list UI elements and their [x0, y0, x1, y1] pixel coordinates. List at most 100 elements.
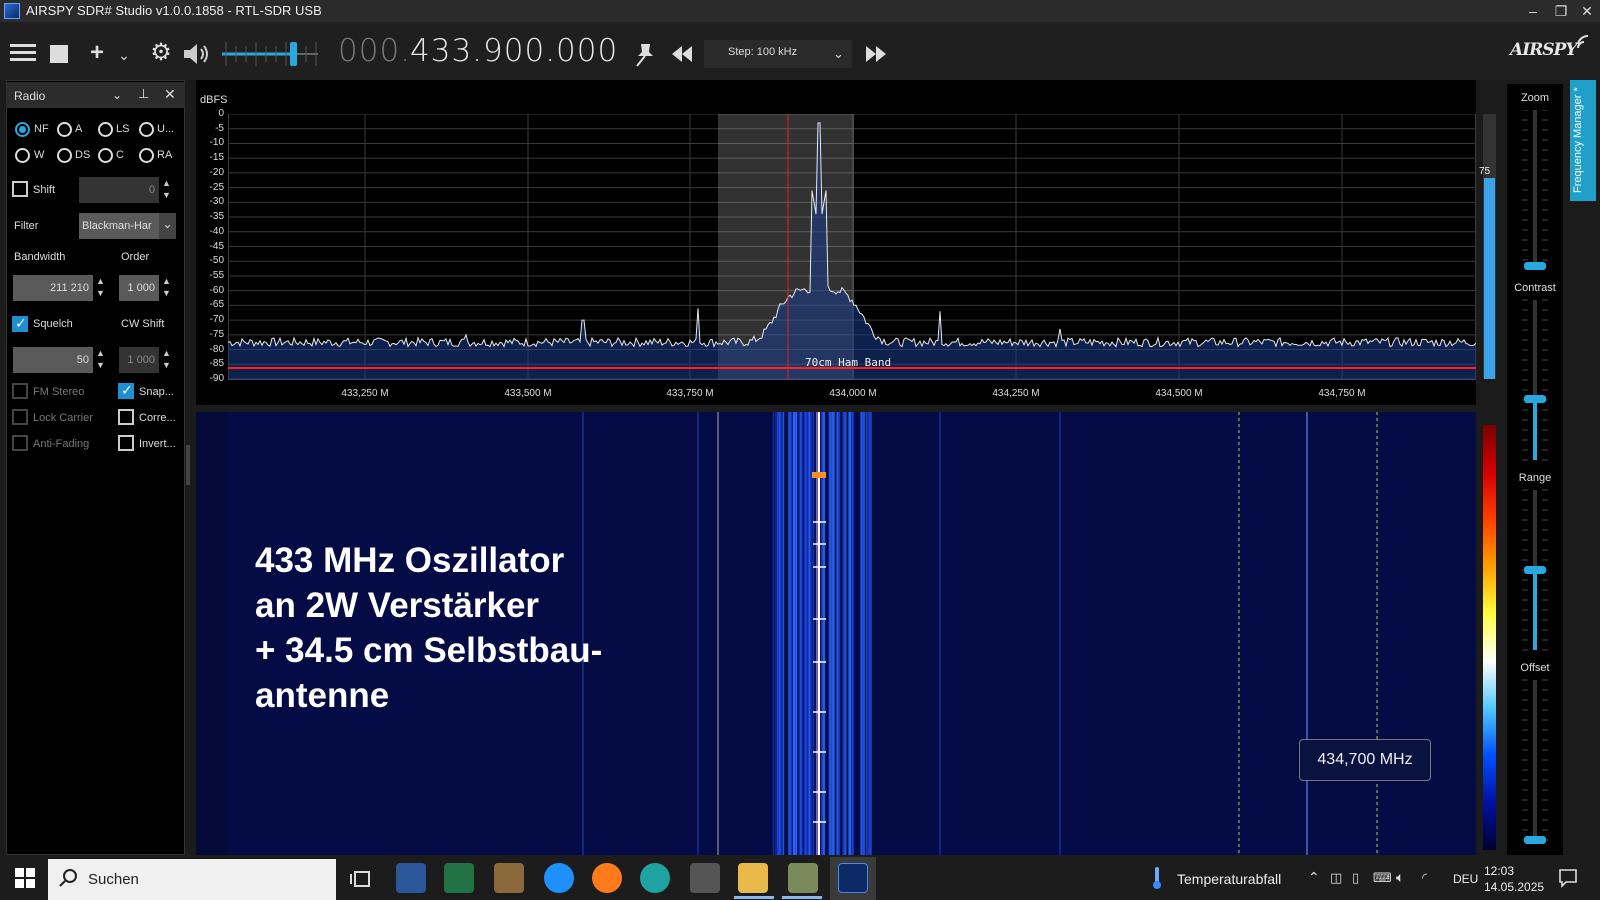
- offset-slider-track[interactable]: [1533, 680, 1537, 840]
- squelch-spinner-icon[interactable]: ▲ ▼: [95, 347, 106, 373]
- snap-label: Snap...: [139, 386, 174, 398]
- add-icon[interactable]: +: [84, 40, 110, 66]
- meet-icon[interactable]: ◫: [1330, 870, 1342, 886]
- range-slider-thumb[interactable]: [1524, 566, 1546, 574]
- volume-slider[interactable]: [222, 36, 322, 72]
- task-view-icon[interactable]: [350, 869, 372, 889]
- y-tick-label: -75: [209, 328, 224, 340]
- minimize-button[interactable]: –: [1520, 0, 1546, 22]
- x-tick-label: 433,750 M: [666, 388, 714, 399]
- mode-radio-wfm[interactable]: [15, 148, 30, 163]
- airspy-logo: AIRSPY: [1510, 40, 1577, 60]
- active-indicator: [782, 896, 822, 899]
- filter-chevron-icon[interactable]: ⌄: [159, 213, 176, 239]
- zoom-slider-track[interactable]: [1533, 110, 1537, 265]
- chevron-down-icon[interactable]: ⌄: [116, 42, 132, 68]
- fast-forward-icon[interactable]: [864, 44, 888, 64]
- cw-shift-label: CW Shift: [121, 318, 165, 330]
- panel-close-icon[interactable]: ✕: [164, 86, 176, 103]
- clock-time[interactable]: 12:03: [1484, 864, 1514, 878]
- invert-spectrum-label: Invert...: [139, 438, 176, 450]
- clock-date[interactable]: 14.05.2025: [1484, 880, 1544, 894]
- shift-checkbox[interactable]: [12, 181, 28, 197]
- wifi-icon[interactable]: ◜: [1422, 870, 1427, 886]
- y-tick-label: -90: [209, 373, 224, 384]
- panel-pin-icon[interactable]: ⊥: [138, 86, 149, 102]
- mode-radio-raw[interactable]: [139, 148, 154, 163]
- frequency-display-prefix[interactable]: 000.: [338, 33, 411, 69]
- step-chevron-icon[interactable]: ⌄: [833, 46, 847, 61]
- lock-carrier-checkbox[interactable]: [12, 409, 28, 425]
- close-button[interactable]: ✕: [1574, 0, 1600, 22]
- stop-icon[interactable]: [50, 45, 68, 63]
- weather-widget[interactable]: Temperaturabfall: [1177, 871, 1281, 887]
- language-indicator[interactable]: DEU: [1453, 872, 1478, 886]
- chevron-up-icon[interactable]: ⌃: [1308, 869, 1320, 886]
- mode-radio-usb[interactable]: [139, 122, 154, 137]
- bandwidth-label: Bandwidth: [14, 251, 66, 263]
- fm-stereo-checkbox[interactable]: [12, 383, 28, 399]
- mode-radio-am[interactable]: [57, 122, 72, 137]
- windows-start-icon[interactable]: [15, 868, 35, 888]
- y-tick-label: 0: [218, 108, 224, 119]
- x-tick-label: 434,750 M: [1318, 388, 1366, 399]
- edge-icon[interactable]: [640, 863, 670, 893]
- invert-spectrum-checkbox[interactable]: [118, 435, 134, 451]
- level-meter-value: 75: [1479, 166, 1491, 177]
- contrast-slider-thumb[interactable]: [1524, 395, 1546, 403]
- correct-iq-checkbox[interactable]: [118, 409, 134, 425]
- search-placeholder: Suchen: [88, 871, 139, 888]
- pin-icon[interactable]: [632, 40, 658, 68]
- sdrsharp-icon[interactable]: [838, 863, 868, 893]
- offset-slider-thumb[interactable]: [1524, 836, 1546, 844]
- annotation-line-2: an 2W Verstärker: [255, 586, 540, 625]
- bandwidth-input[interactable]: 211 210: [13, 275, 93, 301]
- lock-carrier-label: Lock Carrier: [33, 412, 93, 424]
- panel-chevron-icon[interactable]: ⌄: [112, 88, 122, 102]
- anti-fading-checkbox[interactable]: [12, 435, 28, 451]
- snap-checkbox[interactable]: [118, 382, 134, 399]
- squelch-input[interactable]: 50: [13, 347, 93, 373]
- level-meter-bar: [1484, 178, 1495, 379]
- frequency-tooltip: 434,700 MHz: [1299, 739, 1431, 781]
- internet-explorer-icon[interactable]: [544, 863, 574, 893]
- snipping-tool-icon[interactable]: [690, 863, 720, 893]
- shift-spinner-icon[interactable]: ▲ ▼: [161, 177, 172, 203]
- mode-radio-cw[interactable]: [98, 148, 113, 163]
- panel-splitter[interactable]: [186, 445, 190, 485]
- volume-icon[interactable]: 🔈︎: [1396, 869, 1404, 886]
- menu-icon[interactable]: [10, 40, 36, 66]
- order-input[interactable]: 1 000: [119, 275, 159, 301]
- gear-icon[interactable]: ⚙: [147, 40, 175, 66]
- spectrum-plot[interactable]: [228, 114, 1476, 380]
- speaker-icon[interactable]: [182, 41, 212, 67]
- bandwidth-spinner-icon[interactable]: ▲ ▼: [95, 275, 106, 301]
- mode-radio-nf[interactable]: [15, 122, 30, 137]
- notifications-icon[interactable]: [1558, 868, 1578, 888]
- image-viewer-icon[interactable]: [788, 863, 818, 893]
- y-tick-label: -80: [209, 343, 224, 355]
- cw-shift-spinner-icon[interactable]: ▲ ▼: [161, 347, 172, 373]
- order-spinner-icon[interactable]: ▲ ▼: [161, 275, 172, 301]
- rewind-icon[interactable]: [670, 44, 694, 64]
- filter-select[interactable]: Blackman-Har: [79, 213, 159, 239]
- y-tick-label: -20: [209, 166, 224, 178]
- mode-label-raw: RA: [157, 149, 173, 161]
- maximize-button[interactable]: ❐: [1548, 0, 1574, 22]
- frequency-display[interactable]: 433.900.000: [410, 33, 618, 69]
- shift-input[interactable]: 0: [79, 177, 159, 203]
- y-tick-label: -60: [209, 284, 224, 296]
- mode-radio-dsb[interactable]: [57, 148, 72, 163]
- y-tick-label: -10: [209, 137, 224, 149]
- word-icon[interactable]: [396, 863, 426, 893]
- cw-shift-input[interactable]: 1 000: [119, 347, 159, 373]
- app-tool-icon[interactable]: [494, 863, 524, 893]
- mode-radio-lsb[interactable]: [98, 122, 113, 137]
- usb-icon[interactable]: ▯: [1352, 870, 1359, 886]
- firefox-icon[interactable]: [592, 863, 622, 893]
- zoom-slider-thumb[interactable]: [1524, 262, 1546, 270]
- squelch-checkbox[interactable]: [12, 315, 28, 332]
- keyboard-icon[interactable]: ⌨: [1373, 870, 1392, 886]
- excel-icon[interactable]: [444, 863, 474, 893]
- file-explorer-icon[interactable]: [738, 863, 768, 893]
